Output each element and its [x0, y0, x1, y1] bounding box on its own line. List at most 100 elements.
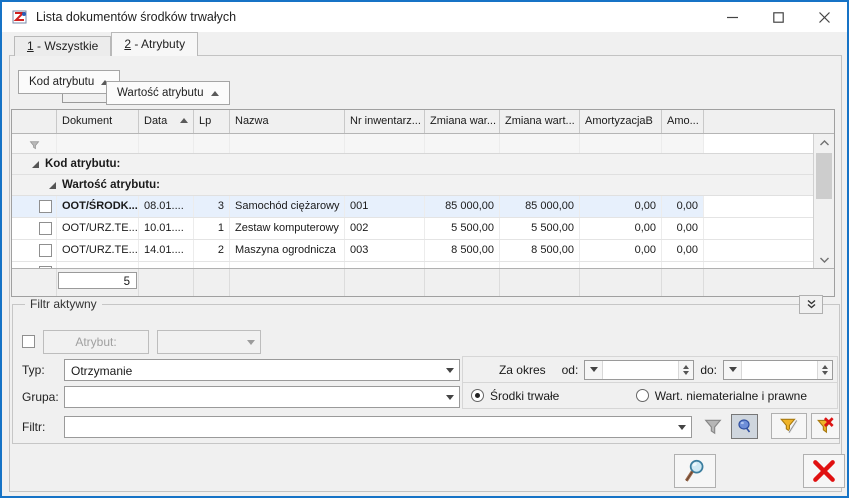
- column-header-nazwa[interactable]: Nazwa: [230, 110, 345, 133]
- cell-dokument: OOT/ŚRODK...: [57, 196, 139, 217]
- group-by-kod-atrybutu-button[interactable]: Kod atrybutu: [18, 70, 120, 94]
- tab-label: - Atrybuty: [131, 37, 185, 51]
- date-to-input[interactable]: [742, 361, 817, 379]
- attribute-filter-checkbox[interactable]: [22, 335, 35, 348]
- date-from-spinner[interactable]: [678, 361, 693, 379]
- filter-cell[interactable]: [139, 134, 194, 153]
- table-row[interactable]: OOT/URZ.TE... 14.01.... 2 Maszyna ogrodn…: [12, 240, 813, 262]
- preview-button[interactable]: [674, 454, 716, 488]
- radio-label: Środki trwałe: [490, 389, 559, 403]
- cell-zmiana-wartosci-1: 8 500,00: [425, 240, 500, 261]
- filter-row-funnel-icon[interactable]: [12, 134, 57, 153]
- column-header-data[interactable]: Data: [139, 110, 194, 133]
- sort-ascending-icon: [211, 91, 219, 96]
- attribute-value-combo[interactable]: [157, 330, 261, 354]
- table-row[interactable]: OOT/ŚRODK... 08.01.... 3 Samochód ciężar…: [12, 196, 813, 218]
- chevron-down-icon[interactable]: [585, 361, 603, 379]
- combo-value: [158, 331, 242, 353]
- table-row[interactable]: OOT/URZ.TE... 10.01.... 1 Zestaw kompute…: [12, 218, 813, 240]
- summary-cell: [500, 269, 580, 296]
- row-checkbox[interactable]: [39, 222, 52, 235]
- combo-value: Otrzymanie: [65, 360, 441, 380]
- column-header-zmiana-wartosci-2[interactable]: Zmiana wart...: [500, 110, 580, 133]
- close-list-button[interactable]: [803, 454, 845, 488]
- group-row-kod-atrybutu[interactable]: Kod atrybutu:: [12, 154, 813, 175]
- atrybut-button[interactable]: Atrybut:: [43, 330, 149, 354]
- column-header-dokument[interactable]: Dokument: [57, 110, 139, 133]
- column-header-indicator[interactable]: [12, 110, 57, 133]
- column-header-zmiana-wartosci-1[interactable]: Zmiana war...: [425, 110, 500, 133]
- clear-filter-button[interactable]: [811, 413, 840, 439]
- date-to-field[interactable]: [723, 360, 833, 380]
- filter-cell[interactable]: [194, 134, 230, 153]
- group-button-label: Wartość atrybutu: [117, 87, 204, 99]
- filter-cell[interactable]: [580, 134, 662, 153]
- group-connector-line: [62, 94, 107, 103]
- tab-strip: 1 - Wszystkie 2 - Atrybuty: [14, 32, 198, 56]
- period-row: Za okres od: do:: [463, 357, 837, 383]
- cell-data: 14.01....: [139, 240, 194, 261]
- cell-empty: [704, 218, 813, 239]
- cell-zmiana-wartosci-1: 5 500,00: [425, 218, 500, 239]
- date-from-field[interactable]: [584, 360, 694, 380]
- chevron-down-icon[interactable]: [242, 331, 260, 353]
- cell-zmiana-wartosci-2: 5 500,00: [500, 218, 580, 239]
- scrollbar-thumb[interactable]: [816, 153, 832, 199]
- filter-cell[interactable]: [345, 134, 425, 153]
- row-checkbox[interactable]: [39, 244, 52, 257]
- chevron-down-icon[interactable]: [441, 360, 459, 380]
- maximize-button[interactable]: [755, 2, 801, 32]
- summary-cell: [425, 269, 500, 296]
- typ-label: Typ:: [22, 363, 45, 377]
- cell-dokument: OOT/URZ.TE...: [57, 218, 139, 239]
- radio-srodki-trwale[interactable]: Środki trwałe: [471, 389, 559, 403]
- cell-amo: 0,00: [662, 196, 704, 217]
- group-expanded-icon[interactable]: [49, 182, 56, 189]
- date-from-input[interactable]: [603, 361, 678, 379]
- filter-funnel-icon[interactable]: [701, 416, 725, 438]
- column-header-nr-inwentarzowy[interactable]: Nr inwentarz...: [345, 110, 425, 133]
- spin-down-icon: [683, 371, 689, 375]
- cell-nazwa: Zestaw komputerowy: [230, 218, 345, 239]
- typ-combo[interactable]: Otrzymanie: [64, 359, 460, 381]
- scroll-up-button[interactable]: [814, 134, 834, 151]
- column-header-amortyzacja-b[interactable]: AmortyzacjaB: [580, 110, 662, 133]
- summary-count-cell: 5: [57, 269, 139, 296]
- filter-cell[interactable]: [500, 134, 580, 153]
- summary-cell: [139, 269, 194, 296]
- filter-cell[interactable]: [230, 134, 345, 153]
- construct-filter-button[interactable]: [771, 413, 807, 439]
- minimize-button[interactable]: [709, 2, 755, 32]
- cell-nazwa: Samochód ciężarowy: [230, 196, 345, 217]
- cell-empty: [704, 240, 813, 261]
- tab-wszystkie[interactable]: 1 - Wszystkie: [14, 36, 111, 56]
- summary-cell: [580, 269, 662, 296]
- column-header-lp[interactable]: Lp: [194, 110, 230, 133]
- group-by-wartosc-atrybutu-button[interactable]: Wartość atrybutu: [106, 81, 230, 105]
- radio-wart-niematerialne[interactable]: Wart. niematerialne i prawne: [636, 389, 807, 403]
- cell-empty: [704, 196, 813, 217]
- filter-cell[interactable]: [425, 134, 500, 153]
- close-window-button[interactable]: [801, 2, 847, 32]
- vertical-scrollbar[interactable]: [813, 134, 834, 268]
- grupa-combo[interactable]: [64, 386, 460, 408]
- group-row-wartosc-atrybutu[interactable]: Wartość atrybutu:: [12, 175, 813, 196]
- row-checkbox[interactable]: [39, 200, 52, 213]
- chevron-down-icon[interactable]: [673, 417, 691, 437]
- cell-nazwa: Maszyna ogrodnicza: [230, 240, 345, 261]
- group-expanded-icon[interactable]: [32, 161, 39, 168]
- summary-cell: [230, 269, 345, 296]
- tab-atrybuty[interactable]: 2 - Atrybuty: [111, 32, 198, 56]
- cell-nr-inwentarzowy: 001: [345, 196, 425, 217]
- filter-cell[interactable]: [57, 134, 139, 153]
- date-to-spinner[interactable]: [817, 361, 832, 379]
- collapse-filter-button[interactable]: [799, 295, 823, 314]
- chevron-down-icon[interactable]: [724, 361, 742, 379]
- filter-cell[interactable]: [662, 134, 704, 153]
- chevron-down-icon[interactable]: [441, 387, 459, 407]
- grid-body: Kod atrybutu: Wartość atrybutu: OOT/ŚROD…: [12, 134, 834, 268]
- column-header-amo[interactable]: Amo...: [662, 110, 704, 133]
- filtr-combo[interactable]: [64, 416, 692, 438]
- scroll-down-button[interactable]: [814, 251, 834, 268]
- pin-filter-button[interactable]: [731, 414, 758, 439]
